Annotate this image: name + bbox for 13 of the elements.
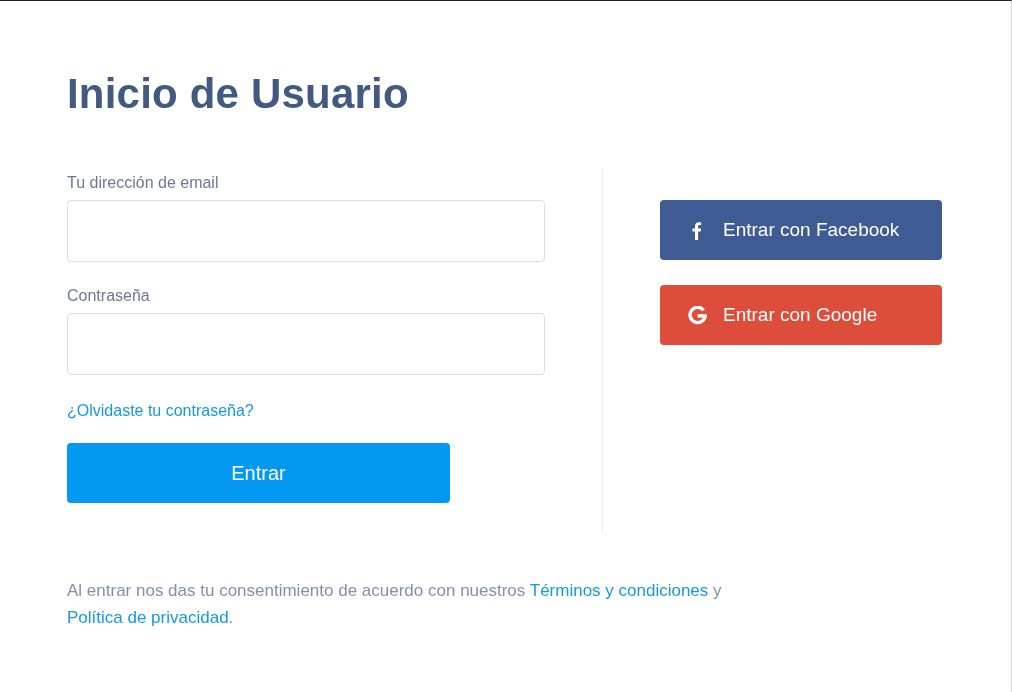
policy-link[interactable]: Términos y condiciones: [529, 581, 709, 600]
consent-text: Al entrar nos das tu consentimiento de acuerdo con nuestros Términos y condiciones y Política de privacidad.: [67, 580, 723, 629]
field-label: Tu dirección de email: [67, 173, 219, 193]
google-login-button[interactable]: Entrar con Google: [660, 285, 942, 345]
facebook-login-button[interactable]: Entrar con Facebook: [660, 200, 942, 260]
policy-link[interactable]: Política de privacidad: [67, 608, 229, 627]
google-g-icon: [688, 305, 707, 325]
page-title: Inicio de Usuario: [67, 69, 409, 119]
login-button[interactable]: Entrar: [67, 443, 450, 503]
input-field[interactable]: [67, 200, 545, 262]
forgot-password-link[interactable]: ¿Olvidaste tu contraseña?: [67, 401, 254, 421]
input-field[interactable]: [67, 313, 545, 375]
field-label: Contraseña: [67, 286, 150, 306]
